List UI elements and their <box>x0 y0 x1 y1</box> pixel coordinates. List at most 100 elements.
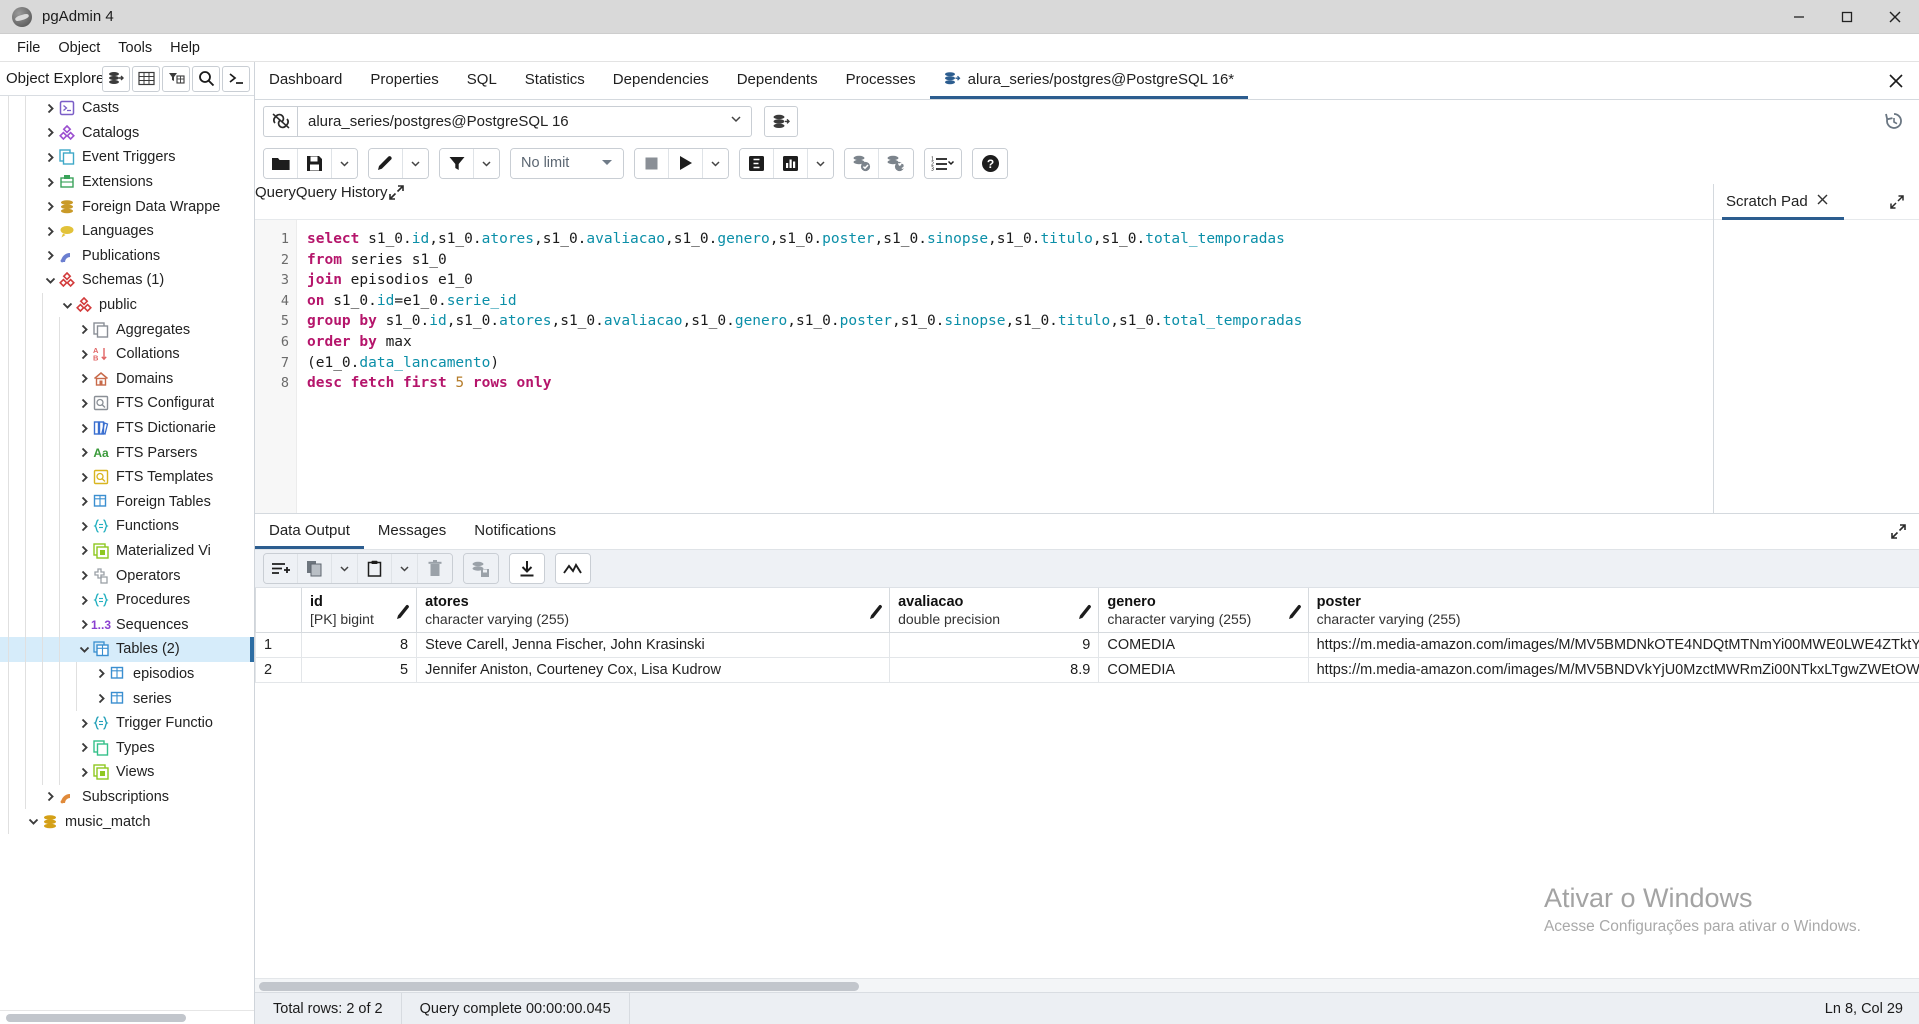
grid-column-header-id[interactable]: id [PK] bigint <box>301 588 418 633</box>
output-tab-notifications[interactable]: Notifications <box>460 514 570 549</box>
chevron-right-icon[interactable] <box>76 740 92 756</box>
cell-genero[interactable]: COMEDIA <box>1098 632 1309 658</box>
output-tabstrip[interactable]: Data Output Messages Notifications <box>255 514 1919 550</box>
help-button[interactable]: ? <box>973 148 1007 178</box>
tree-item-episodios[interactable]: episodios <box>0 661 254 687</box>
chevron-right-icon[interactable] <box>42 199 58 215</box>
sql-editor[interactable]: 12345678 select s1_0.id,s1_0.atores,s1_0… <box>255 220 1713 513</box>
cell-avaliacao[interactable]: 9 <box>889 632 1100 658</box>
tree-item-catalogs[interactable]: Catalogs <box>0 120 254 146</box>
close-icon[interactable] <box>1871 0 1919 33</box>
chevron-right-icon[interactable] <box>93 691 109 707</box>
execute-query-button[interactable] <box>669 148 703 178</box>
sidebar-horizontal-scrollbar[interactable] <box>0 1010 254 1024</box>
chevron-right-icon[interactable] <box>42 248 58 264</box>
open-file-button[interactable] <box>264 148 298 178</box>
result-grid[interactable]: id [PK] bigint atores character varying (25… <box>255 588 1919 683</box>
tree-item-trigger-functio[interactable]: Trigger Functio <box>0 710 254 736</box>
object-explorer-toggle-icon[interactable] <box>102 65 131 92</box>
rollback-button[interactable] <box>879 148 913 178</box>
tree-item-subscriptions[interactable]: Subscriptions <box>0 784 254 810</box>
cell-poster[interactable]: https://m.media-amazon.com/images/M/MV5B… <box>1307 657 1919 683</box>
paste-options-caret[interactable] <box>392 554 418 583</box>
tree-item-fts-parsers[interactable]: Aa FTS Parsers <box>0 440 254 465</box>
tab-dependents[interactable]: Dependents <box>723 62 832 99</box>
chevron-down-icon[interactable] <box>59 297 75 313</box>
code-line[interactable]: (e1_0.data_lancamento) <box>307 353 1713 374</box>
menu-tools[interactable]: Tools <box>109 37 161 59</box>
manage-connections-icon[interactable] <box>764 105 798 137</box>
tab-dependencies[interactable]: Dependencies <box>599 62 723 99</box>
stop-query-button[interactable] <box>635 148 669 178</box>
query-history-restore-icon[interactable] <box>1877 106 1911 137</box>
tree-item-languages[interactable]: Languages <box>0 218 254 244</box>
explain-button[interactable] <box>740 148 774 178</box>
save-file-button[interactable] <box>298 148 332 178</box>
paste-button[interactable] <box>358 554 392 583</box>
tree-item-fts-templates[interactable]: FTS Templates <box>0 464 254 490</box>
tree-item-music-match[interactable]: music_match <box>0 809 254 834</box>
maximize-icon[interactable] <box>1823 0 1871 33</box>
tree-item-event-triggers[interactable]: Event Triggers <box>0 145 254 170</box>
tab-dashboard[interactable]: Dashboard <box>255 62 356 99</box>
code-line[interactable]: desc fetch first 5 rows only <box>307 373 1713 394</box>
tree-item-sequences[interactable]: 1..3 Sequences <box>0 612 254 638</box>
tree-item-views[interactable]: Views <box>0 760 254 785</box>
tree-item-operators[interactable]: Operators <box>0 563 254 588</box>
psql-terminal-icon[interactable] <box>222 65 251 92</box>
chevron-right-icon[interactable] <box>42 125 58 141</box>
scratch-pad-textarea[interactable] <box>1714 220 1919 513</box>
filter-button[interactable] <box>440 148 474 178</box>
scrollbar-thumb[interactable] <box>259 982 859 991</box>
tab-alura-series-postgres-postgresql-16[interactable]: alura_series/postgres@PostgreSQL 16* <box>929 62 1249 99</box>
chevron-down-icon[interactable] <box>25 814 41 830</box>
tree-item-publications[interactable]: Publications <box>0 243 254 269</box>
tree-item-aggregates[interactable]: Aggregates <box>0 317 254 342</box>
grid-column-header-genero[interactable]: genero character varying (255) <box>1098 588 1309 633</box>
expand-diagonal-icon[interactable] <box>1875 194 1919 210</box>
chevron-right-icon[interactable] <box>42 149 58 165</box>
graph-visualiser-button[interactable] <box>556 554 590 583</box>
query-tab-query[interactable]: Query <box>255 184 296 219</box>
cell-id[interactable]: 8 <box>301 632 418 658</box>
output-tab-data-output[interactable]: Data Output <box>255 514 364 549</box>
add-row-button[interactable] <box>264 554 298 583</box>
chevron-right-icon[interactable] <box>76 395 92 411</box>
download-csv-button[interactable] <box>510 554 544 583</box>
copy-options-caret[interactable] <box>332 554 358 583</box>
chevron-right-icon[interactable] <box>76 764 92 780</box>
execute-options-caret[interactable] <box>703 148 728 178</box>
commit-button[interactable] <box>845 148 879 178</box>
save-data-changes-button[interactable] <box>464 554 498 583</box>
cell-atores[interactable]: Jennifer Aniston, Courteney Cox, Lisa Ku… <box>416 657 891 683</box>
scrollbar-thumb[interactable] <box>6 1014 186 1022</box>
tree-item-series[interactable]: series <box>0 686 254 711</box>
search-icon[interactable] <box>192 65 221 92</box>
table-row[interactable]: 1 8 Steve Carell, Jenna Fischer, John Kras… <box>255 632 1919 658</box>
tree-item-schemas-1[interactable]: Schemas (1) <box>0 268 254 293</box>
filter-options-caret[interactable] <box>474 148 499 178</box>
close-icon[interactable] <box>1816 193 1829 210</box>
chevron-right-icon[interactable] <box>76 445 92 461</box>
grid-view-icon[interactable] <box>132 65 161 92</box>
chevron-right-icon[interactable] <box>93 666 109 682</box>
cell-id[interactable]: 5 <box>301 657 418 683</box>
code-line[interactable]: group by s1_0.id,s1_0.atores,s1_0.avalia… <box>307 311 1713 332</box>
tree-item-foreign-tables[interactable]: Foreign Tables <box>0 489 254 515</box>
tab-sql[interactable]: SQL <box>453 62 511 99</box>
main-tabstrip[interactable]: Dashboard Properties SQL Statistics Dependen… <box>255 62 1919 100</box>
tab-processes[interactable]: Processes <box>832 62 930 99</box>
copy-button[interactable] <box>298 554 332 583</box>
editor-code[interactable]: select s1_0.id,s1_0.atores,s1_0.avaliaca… <box>297 220 1713 513</box>
row-limit-select[interactable]: No limit <box>511 148 623 178</box>
chevron-down-icon[interactable] <box>729 112 743 130</box>
tree-item-materialized-vi[interactable]: Materialized Vi <box>0 538 254 564</box>
code-line[interactable]: from series s1_0 <box>307 250 1713 271</box>
code-line[interactable]: select s1_0.id,s1_0.atores,s1_0.avaliaca… <box>307 229 1713 250</box>
expand-diagonal-icon[interactable] <box>388 184 405 219</box>
table-row[interactable]: 2 5 Jennifer Aniston, Courteney Cox, Lisa … <box>255 657 1919 683</box>
chevron-right-icon[interactable] <box>76 592 92 608</box>
tree-item-extensions[interactable]: Extensions <box>0 169 254 195</box>
save-options-caret[interactable] <box>332 148 357 178</box>
query-tab-query-history[interactable]: Query History <box>296 184 388 219</box>
